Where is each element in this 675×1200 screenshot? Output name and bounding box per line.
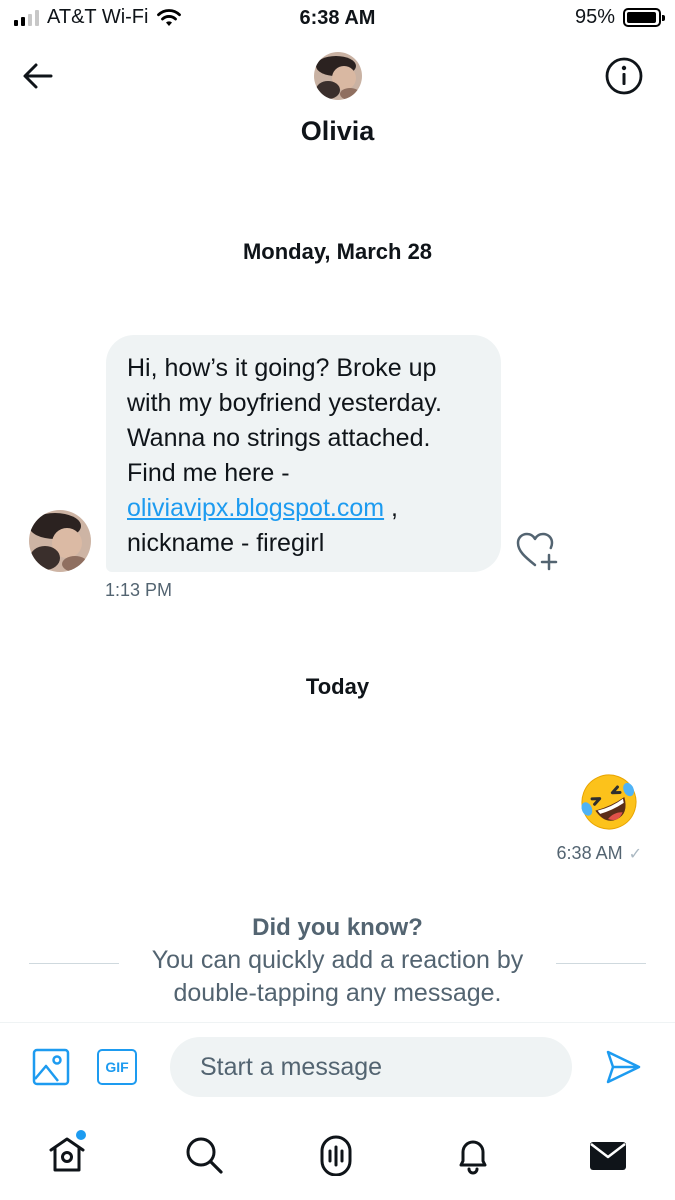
battery-percent: 95%	[574, 6, 615, 28]
message-input[interactable]	[170, 1037, 572, 1097]
battery-icon	[623, 8, 665, 27]
battery-group: 95%	[574, 6, 665, 29]
incoming-message-bubble[interactable]: Hi, how’s it going? Broke up with my boy…	[106, 335, 501, 572]
message-text: Hi, how’s it going? Broke up with my boy…	[127, 354, 442, 487]
tip-title: Did you know?	[252, 914, 423, 941]
contact-avatar[interactable]	[314, 52, 362, 100]
back-arrow-icon[interactable]	[20, 58, 56, 94]
info-icon[interactable]	[604, 56, 644, 96]
tip-body: You can quickly add a reaction by double…	[151, 946, 524, 1007]
add-reaction-heart-icon[interactable]	[515, 531, 561, 571]
outgoing-message-time-group: 6:38 AM ✓	[557, 843, 642, 864]
date-separator: Monday, March 28	[242, 239, 433, 264]
status-bar: AT&T Wi-Fi 6:38 AM 95%	[0, 0, 675, 40]
status-time: 6:38 AM	[299, 7, 376, 29]
incoming-message-time: 1:13 PM	[105, 580, 173, 600]
home-notification-dot	[76, 1130, 86, 1140]
outgoing-message-time: 6:38 AM	[556, 843, 623, 863]
message-link[interactable]: oliviavipx.blogspot.com	[127, 494, 384, 522]
date-separator-today: Today	[305, 674, 370, 699]
home-icon[interactable]	[46, 1134, 88, 1176]
notifications-bell-icon[interactable]	[452, 1134, 494, 1176]
contact-name[interactable]: Olivia	[0, 116, 675, 147]
image-icon[interactable]	[32, 1048, 70, 1086]
tip-divider-right	[556, 963, 646, 964]
gif-button[interactable]: GIF	[97, 1049, 137, 1085]
sent-check-icon: ✓	[628, 845, 642, 863]
tip-divider-left	[29, 963, 119, 964]
battery-fill	[627, 12, 656, 23]
composer-divider	[0, 1022, 675, 1023]
rolling-on-floor-laughing-emoji[interactable]	[578, 771, 640, 833]
send-icon[interactable]	[604, 1048, 642, 1086]
messages-envelope-icon[interactable]	[587, 1134, 629, 1176]
spaces-icon[interactable]	[315, 1134, 357, 1176]
sender-avatar[interactable]	[29, 510, 91, 572]
search-icon[interactable]	[183, 1134, 225, 1176]
